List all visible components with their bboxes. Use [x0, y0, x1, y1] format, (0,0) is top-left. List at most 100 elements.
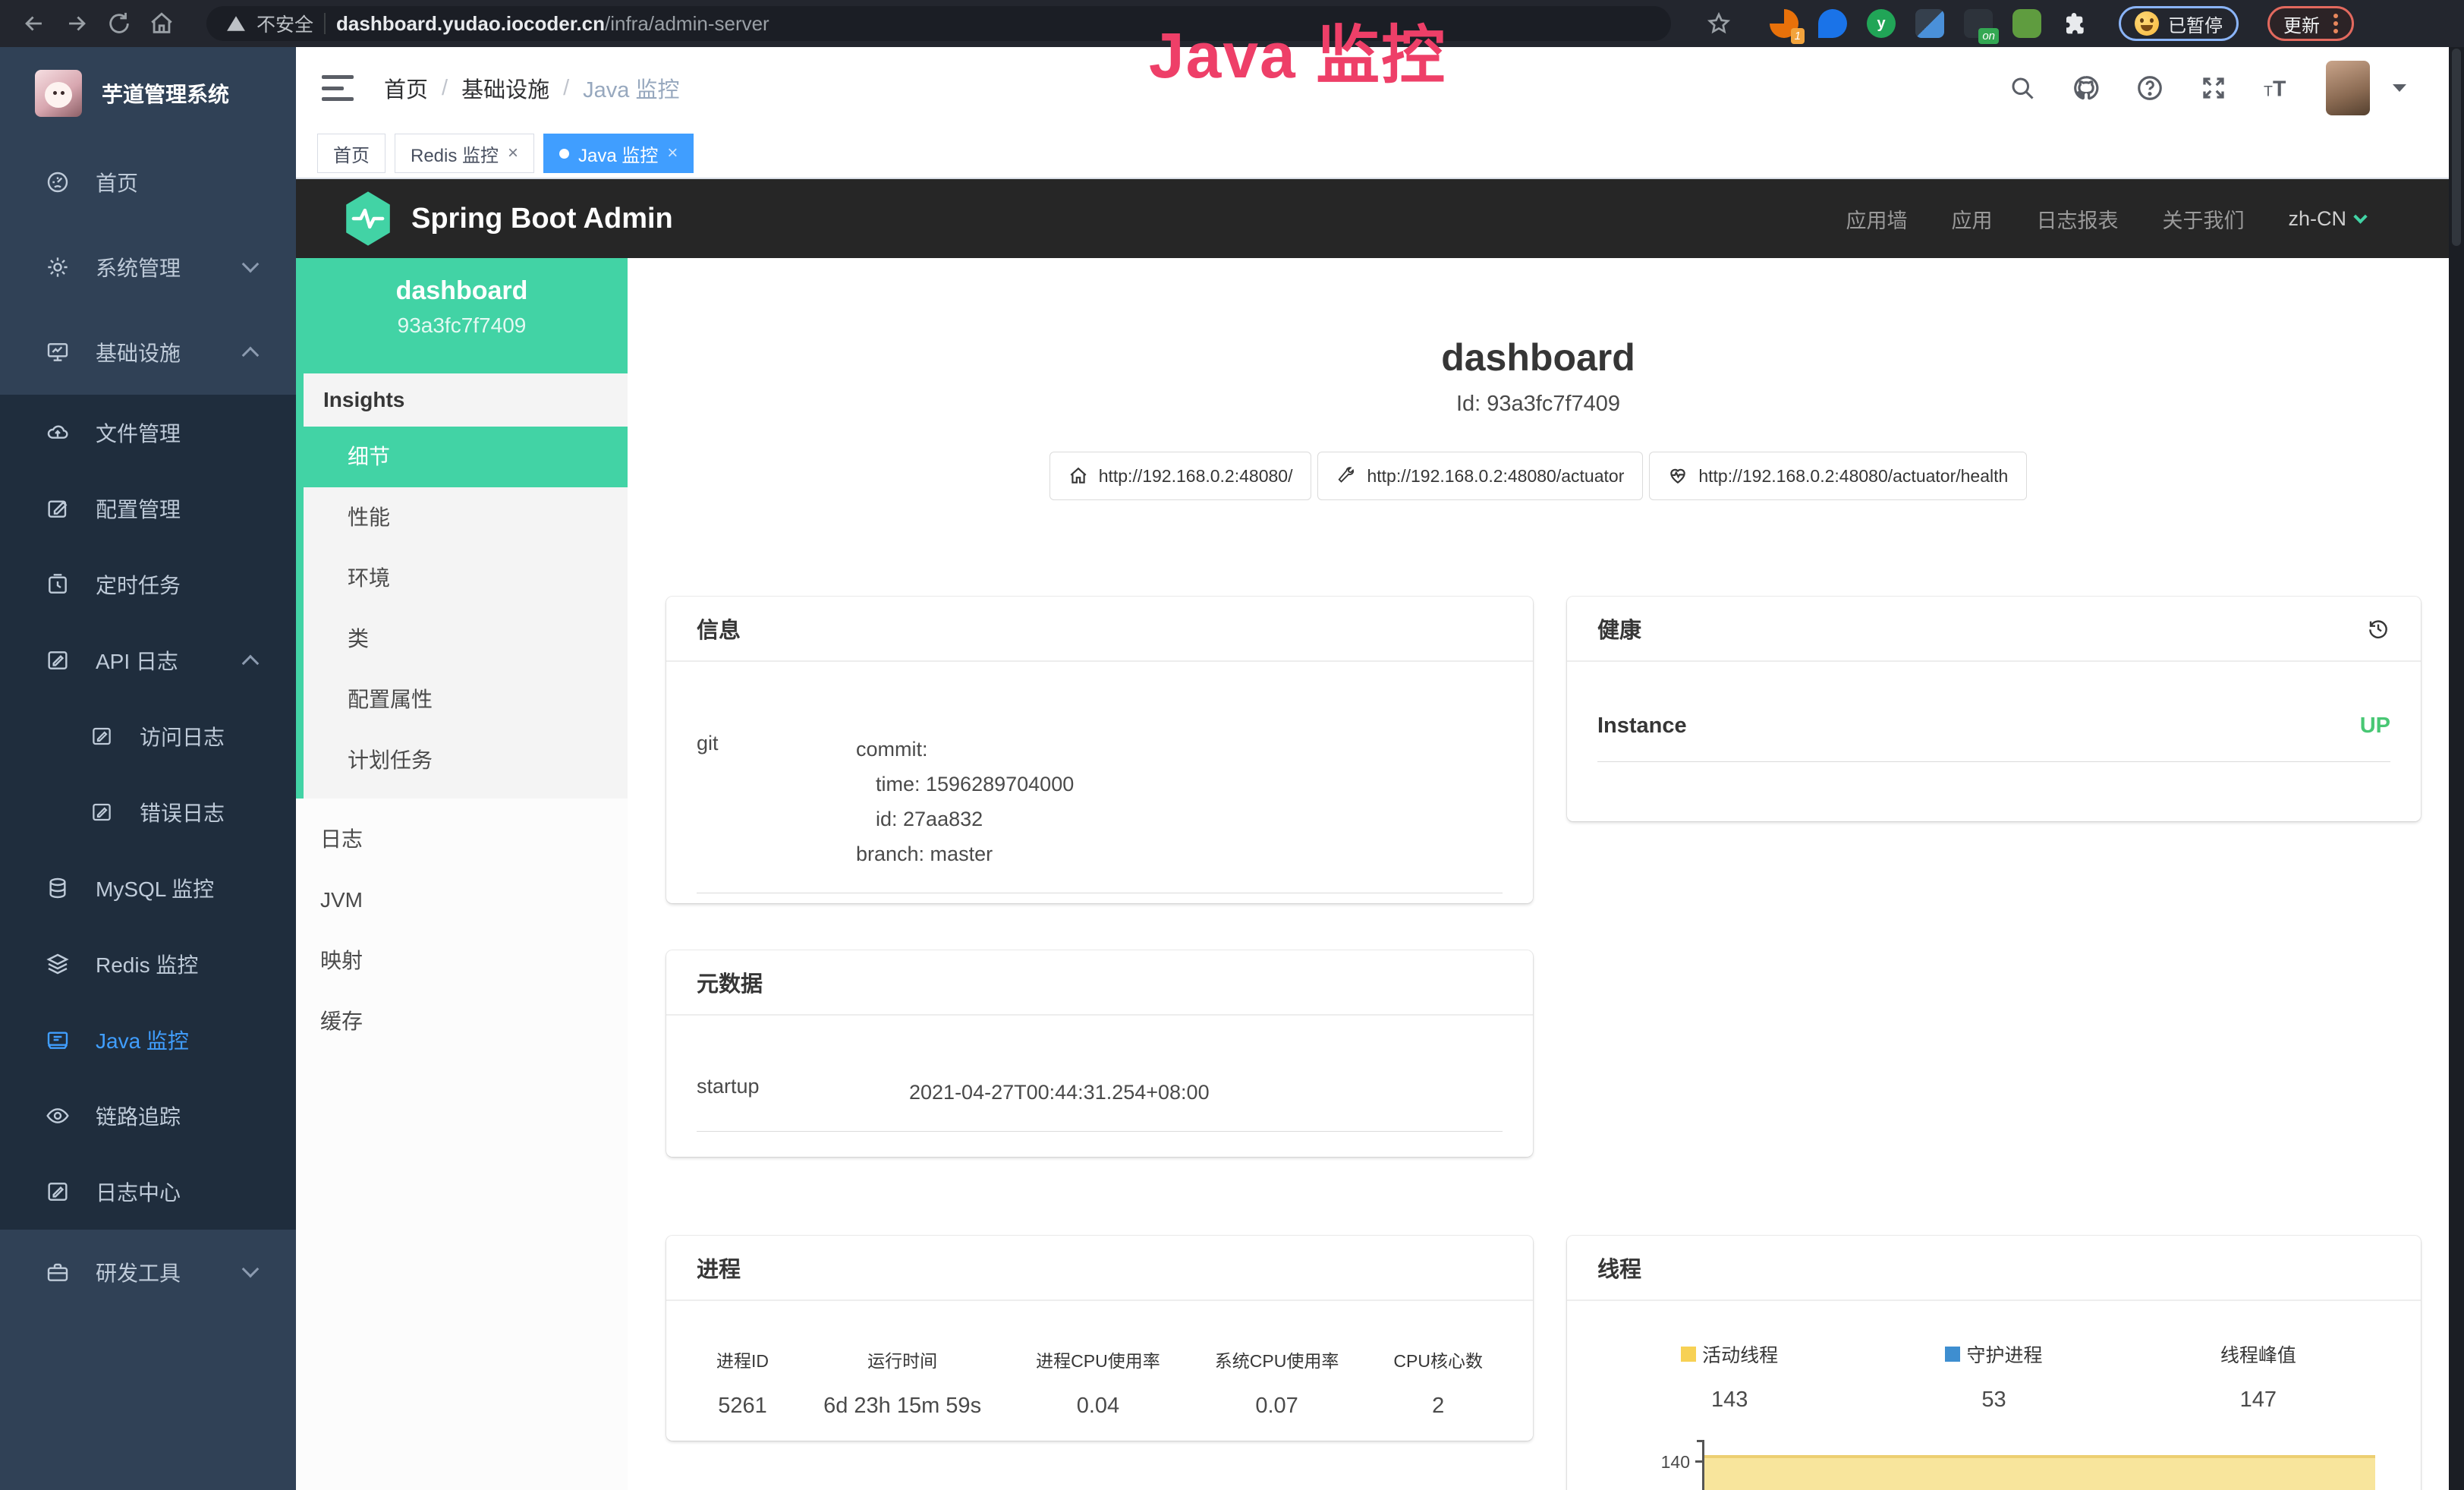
card-title: 健康	[1597, 613, 1641, 644]
breadcrumb-current: Java 监控	[583, 72, 679, 104]
peak-threads-value: 147	[2126, 1388, 2390, 1413]
sidebar-item-home[interactable]: 首页	[0, 140, 296, 225]
actuator-url-button[interactable]: http://192.168.0.2:48080/actuator	[1317, 452, 1643, 500]
sidebar-item-error-log[interactable]: 错误日志	[0, 774, 296, 850]
divider	[324, 13, 326, 34]
info-card: 信息 git commit: time: 1596289704000 id: 2…	[666, 597, 1533, 903]
threads-chart: 140 120 100	[1647, 1440, 2380, 1490]
sba-item-scheduled-tasks[interactable]: 计划任务	[304, 730, 628, 791]
sidebar-item-api-log[interactable]: API 日志	[0, 622, 296, 698]
search-icon[interactable]	[2007, 73, 2038, 103]
sidebar-item-trace[interactable]: 链路追踪	[0, 1078, 296, 1154]
hamburger-icon[interactable]	[322, 75, 354, 101]
home-icon[interactable]	[144, 6, 179, 41]
extension-leaf-icon[interactable]	[2012, 9, 2041, 38]
caret-down-icon[interactable]	[2393, 84, 2406, 92]
sidebar-item-log-center[interactable]: 日志中心	[0, 1154, 296, 1230]
sba-app-header[interactable]: dashboard 93a3fc7f7409	[296, 258, 628, 373]
sidebar-item-label: 文件管理	[96, 417, 181, 448]
table-row[interactable]: Instance UP	[1597, 685, 2390, 762]
home-icon	[1068, 466, 1088, 486]
sidebar-item-dev-tools[interactable]: 研发工具	[0, 1230, 296, 1315]
health-url-button[interactable]: http://192.168.0.2:48080/actuator/health	[1649, 452, 2027, 500]
tab-java-monitor[interactable]: Java 监控 ×	[543, 134, 694, 173]
help-icon[interactable]	[2135, 73, 2165, 103]
sba-item-details[interactable]: 细节	[296, 427, 628, 487]
browser-menu-icon[interactable]	[2333, 14, 2338, 33]
sidebar-item-file-manage[interactable]: 文件管理	[0, 395, 296, 471]
sidebar-item-label: 定时任务	[96, 569, 181, 600]
extension-pin-icon[interactable]	[1818, 9, 1847, 38]
daemon-threads-value: 53	[1861, 1388, 2126, 1413]
update-button[interactable]: 更新	[2267, 6, 2354, 41]
sba-language-select[interactable]: zh-CN	[2288, 207, 2365, 231]
extension-y-icon[interactable]: y	[1867, 9, 1896, 38]
sba-item-jvm[interactable]: JVM	[296, 870, 628, 931]
sba-nav-about[interactable]: 关于我们	[2162, 204, 2244, 234]
service-url-button[interactable]: http://192.168.0.2:48080/	[1049, 452, 1312, 500]
threads-card: 线程 活动线程 143 守护进程 53	[1567, 1236, 2421, 1490]
timer-icon	[44, 571, 71, 598]
bookmark-star-icon[interactable]	[1701, 6, 1736, 41]
sidebar-item-label: MySQL 监控	[96, 873, 214, 903]
url-text: dashboard.yudao.iocoder.cn/infra/admin-s…	[336, 12, 769, 36]
reload-icon[interactable]	[102, 6, 137, 41]
active-dot-icon	[559, 149, 569, 159]
chevron-down-icon	[242, 256, 260, 273]
health-card: 健康 Instance UP	[1567, 597, 2421, 821]
sba-item-logs[interactable]: 日志	[296, 809, 628, 870]
browser-scrollbar[interactable]	[2449, 47, 2464, 1490]
sba-item-config-props[interactable]: 配置属性	[304, 669, 628, 730]
heartbeat-icon	[1668, 466, 1688, 486]
sba-item-metrics[interactable]: 性能	[304, 487, 628, 548]
history-icon[interactable]	[2366, 616, 2390, 641]
sba-item-classes[interactable]: 类	[304, 609, 628, 669]
sidebar-item-system[interactable]: 系统管理	[0, 225, 296, 310]
breadcrumb-infra[interactable]: 基础设施	[461, 72, 549, 104]
sidebar-item-scheduled-job[interactable]: 定时任务	[0, 547, 296, 622]
breadcrumb-home[interactable]: 首页	[384, 72, 428, 104]
gear-icon	[44, 254, 71, 281]
extension-grid-icon[interactable]	[1915, 9, 1944, 38]
extension-switch-icon[interactable]: on	[1964, 9, 1993, 38]
sba-header: Spring Boot Admin 应用墙 应用 日志报表 关于我们 zh-CN	[296, 179, 2449, 258]
sidebar-item-label: 系统管理	[96, 252, 181, 282]
update-label: 更新	[2283, 11, 2320, 37]
sba-item-caches[interactable]: 缓存	[296, 991, 628, 1052]
instance-id: Id: 93a3fc7f7409	[628, 392, 2449, 417]
sba-item-mappings[interactable]: 映射	[296, 931, 628, 991]
log-icon	[88, 799, 115, 826]
user-avatar[interactable]	[2326, 61, 2370, 115]
sidebar-item-access-log[interactable]: 访问日志	[0, 698, 296, 774]
sba-nav-wallboard[interactable]: 应用墙	[1846, 204, 1907, 234]
sba-nav-applications[interactable]: 应用	[1951, 204, 1992, 234]
sidebar-item-config-manage[interactable]: 配置管理	[0, 471, 296, 547]
sba-item-environment[interactable]: 环境	[304, 548, 628, 609]
text-size-icon[interactable]: TT	[2262, 73, 2292, 103]
sidebar-item-infra[interactable]: 基础设施	[0, 310, 296, 395]
sidebar-item-label: Java 监控	[96, 1025, 189, 1055]
sba-nav-journal[interactable]: 日志报表	[2036, 204, 2118, 234]
fullscreen-icon[interactable]	[2198, 73, 2229, 103]
tab-home[interactable]: 首页	[317, 134, 385, 173]
extension-orange-icon[interactable]: 1	[1770, 9, 1798, 38]
info-value: commit: time: 1596289704000 id: 27aa832 …	[856, 732, 1074, 871]
close-icon[interactable]: ×	[667, 144, 678, 162]
forward-icon[interactable]	[59, 6, 94, 41]
table-row: git commit: time: 1596289704000 id: 27aa…	[697, 709, 1503, 893]
tab-redis-monitor[interactable]: Redis 监控 ×	[395, 134, 534, 173]
extension-on-badge: on	[1978, 28, 1999, 44]
extensions-puzzle-icon[interactable]	[2061, 9, 2090, 38]
profile-chip[interactable]: 已暂停	[2119, 6, 2239, 41]
svg-text:T: T	[2273, 77, 2286, 102]
sba-language-value: zh-CN	[2288, 207, 2346, 231]
sidebar-item-java-monitor[interactable]: Java 监控	[0, 1002, 296, 1078]
back-icon[interactable]	[17, 6, 52, 41]
sidebar-item-mysql-monitor[interactable]: MySQL 监控	[0, 850, 296, 926]
extension-badge: 1	[1791, 28, 1805, 44]
app-title: 芋道管理系统	[102, 78, 229, 109]
profile-chip-label: 已暂停	[2168, 11, 2223, 37]
close-icon[interactable]: ×	[508, 144, 518, 162]
sidebar-item-redis-monitor[interactable]: Redis 监控	[0, 926, 296, 1002]
github-icon[interactable]	[2071, 73, 2101, 103]
